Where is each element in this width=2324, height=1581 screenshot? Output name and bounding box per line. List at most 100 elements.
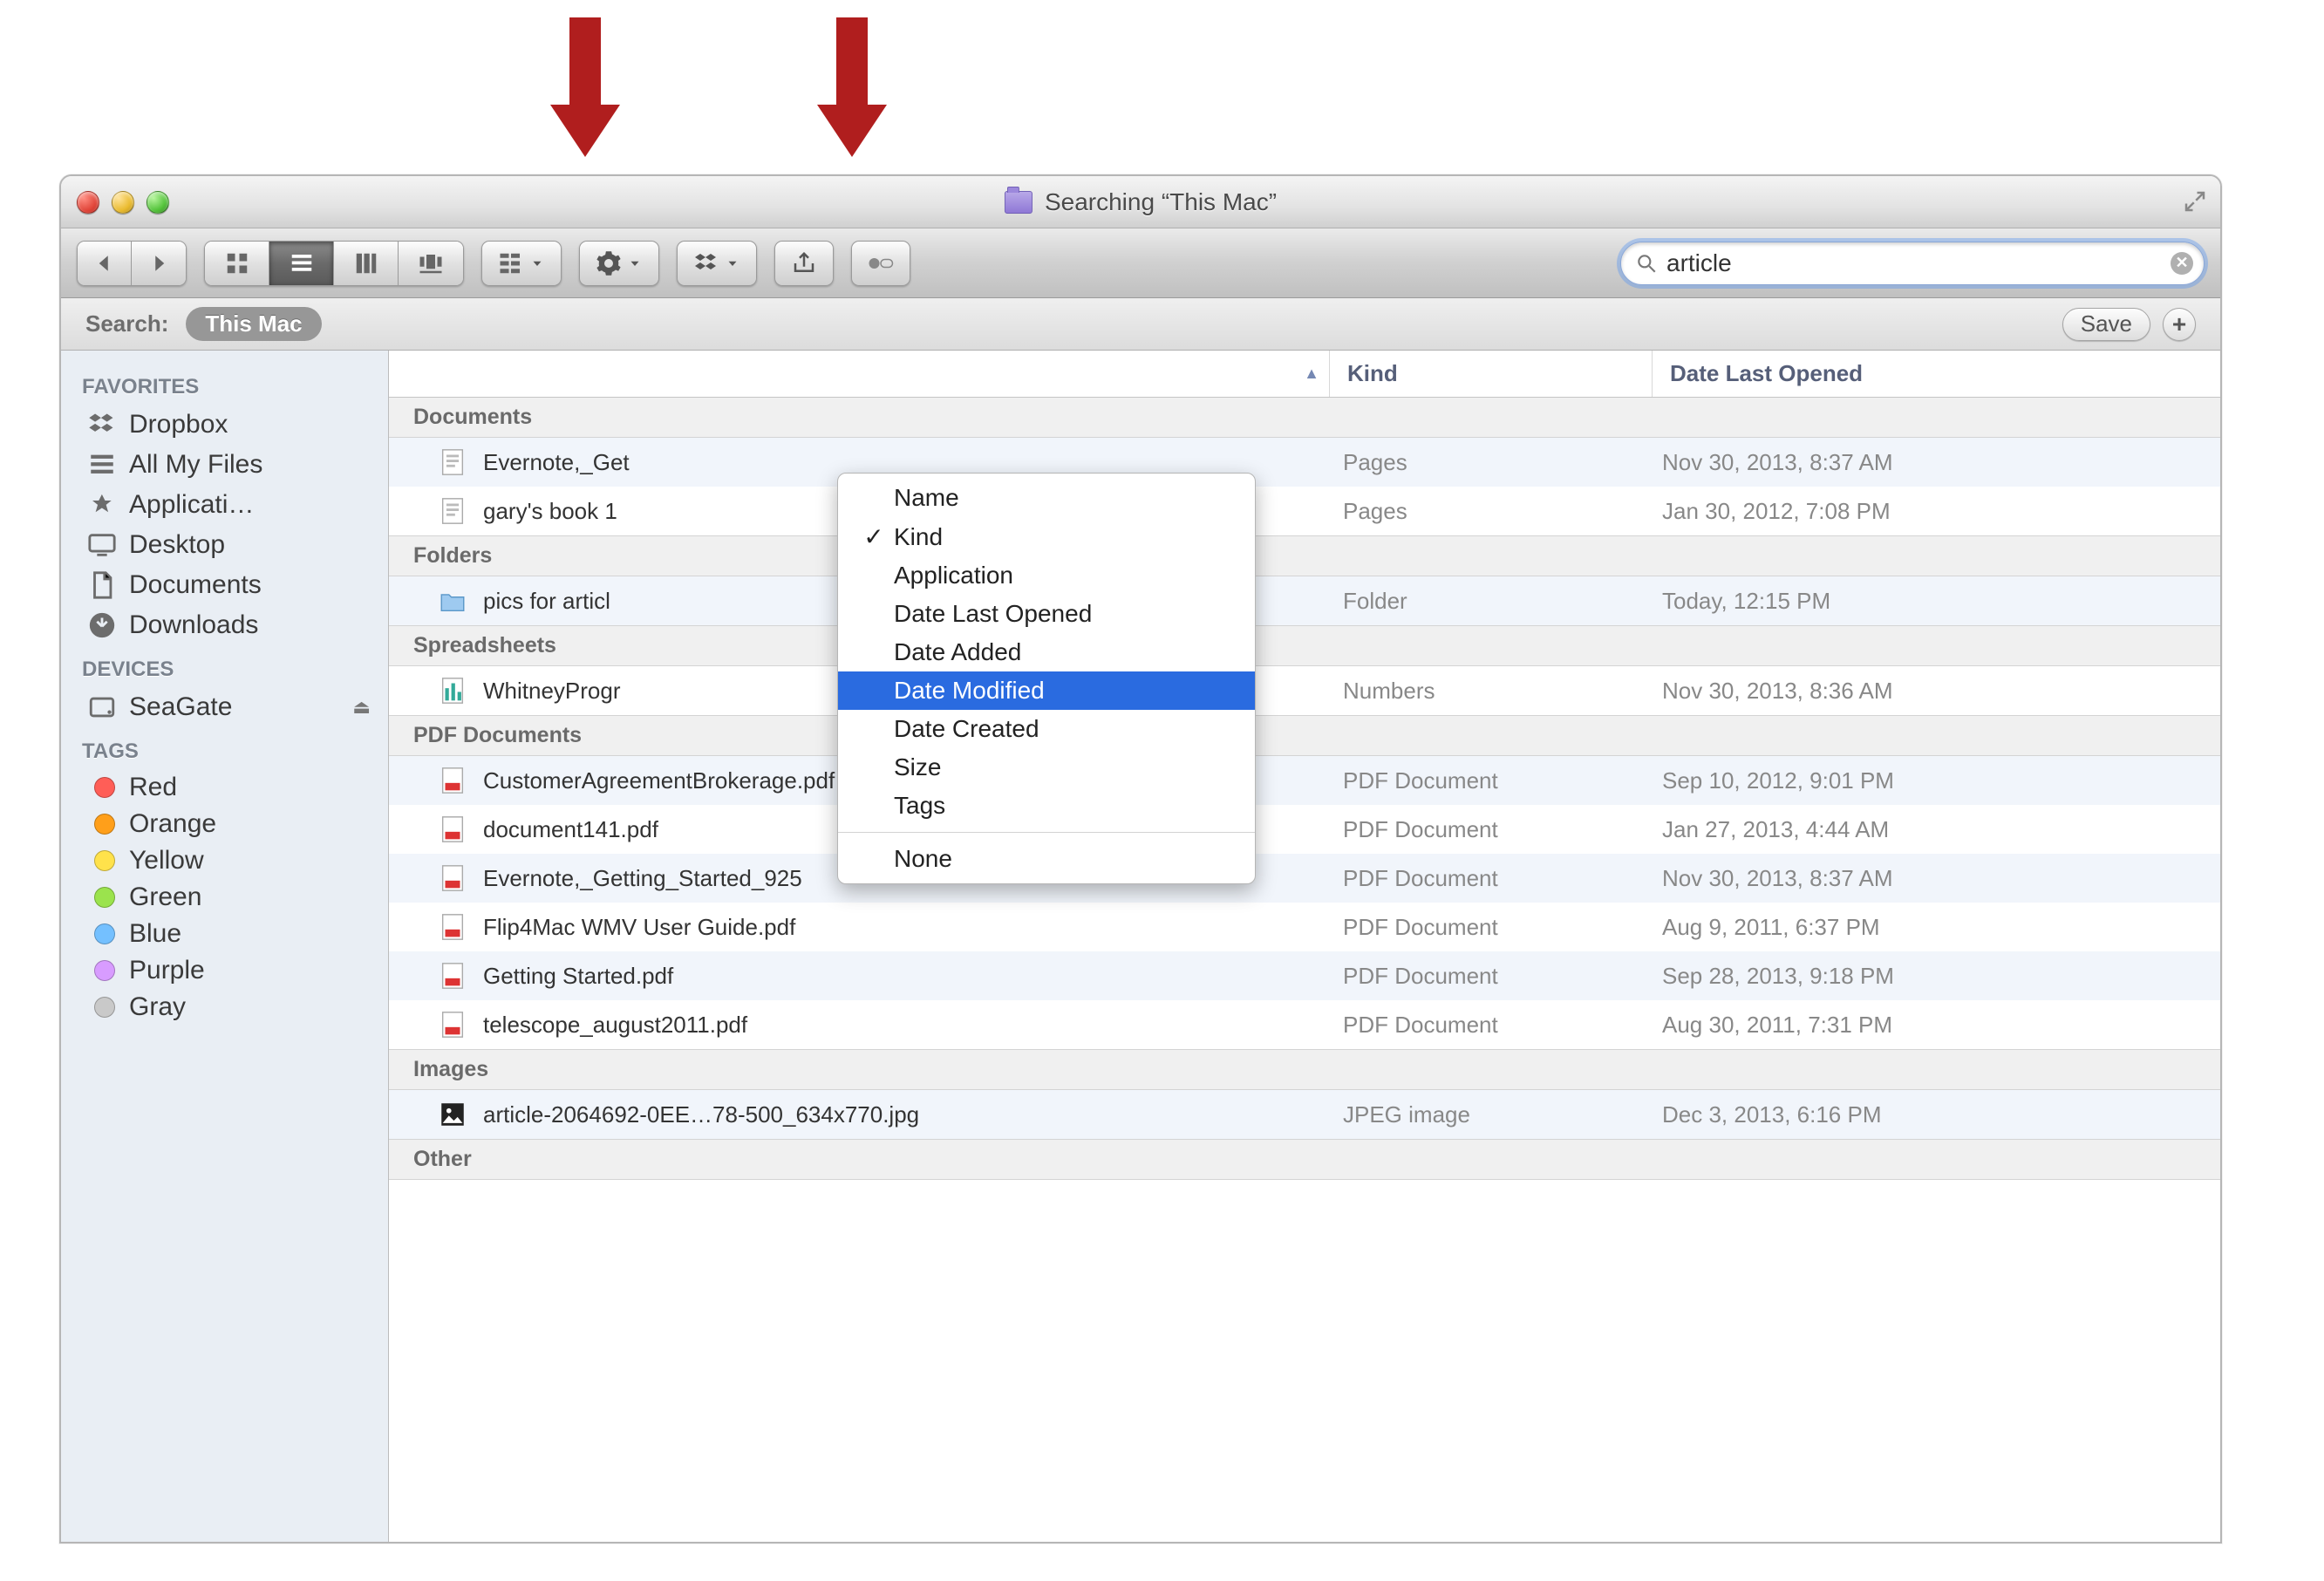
result-row[interactable]: article-2064692-0EE…78-500_634x770.jpgJP… xyxy=(389,1090,2220,1139)
sidebar-item-desktop[interactable]: Desktop xyxy=(61,525,388,565)
menu-item-date-created[interactable]: Date Created xyxy=(838,710,1255,748)
file-icon xyxy=(438,1100,467,1129)
menu-item-application[interactable]: Application xyxy=(838,556,1255,595)
sidebar-item-label: Desktop xyxy=(129,530,225,560)
disk-icon xyxy=(87,692,117,722)
clear-search-icon[interactable]: ✕ xyxy=(2171,252,2193,275)
sidebar-tag-yellow[interactable]: Yellow xyxy=(61,842,388,879)
minimize-button[interactable] xyxy=(112,191,134,214)
file-icon xyxy=(438,766,467,795)
file-date: Jan 30, 2012, 7:08 PM xyxy=(1648,498,2220,525)
sidebar-item-label: Orange xyxy=(129,809,216,839)
file-kind: PDF Document xyxy=(1326,865,1648,892)
search-field[interactable]: ✕ xyxy=(1620,242,2205,285)
file-name: Getting Started.pdf xyxy=(483,963,1326,990)
view-coverflow-button[interactable] xyxy=(399,242,463,285)
close-button[interactable] xyxy=(77,191,99,214)
sidebar-tag-orange[interactable]: Orange xyxy=(61,806,388,842)
menu-item-kind[interactable]: ✓Kind xyxy=(838,517,1255,556)
sidebar-item-all-my-files[interactable]: All My Files xyxy=(61,445,388,485)
sidebar-tag-purple[interactable]: Purple xyxy=(61,952,388,989)
menu-item-size[interactable]: Size xyxy=(838,748,1255,787)
sidebar-tag-gray[interactable]: Gray xyxy=(61,989,388,1026)
toolbar: ✕ xyxy=(61,228,2220,298)
file-date: Dec 3, 2013, 6:16 PM xyxy=(1648,1101,2220,1128)
dropbox-button[interactable] xyxy=(677,241,757,286)
file-date: Nov 30, 2013, 8:36 AM xyxy=(1648,678,2220,705)
sidebar-item-applicati-[interactable]: Applicati… xyxy=(61,485,388,525)
sidebar-item-label: Gray xyxy=(129,992,186,1022)
result-row[interactable]: Evernote,_GetPagesNov 30, 2013, 8:37 AM xyxy=(389,438,2220,487)
menu-item-tags[interactable]: Tags xyxy=(838,787,1255,825)
file-name: telescope_august2011.pdf xyxy=(483,1012,1326,1039)
sidebar-item-label: Purple xyxy=(129,956,205,985)
file-icon xyxy=(438,912,467,942)
column-kind[interactable]: Kind xyxy=(1329,351,1652,397)
sidebar: FAVORITES DropboxAll My FilesApplicati…D… xyxy=(61,351,389,1542)
arrange-button[interactable] xyxy=(481,241,562,286)
add-criteria-button[interactable]: + xyxy=(2163,308,2196,341)
menu-item-label: Application xyxy=(894,562,1013,589)
file-kind: Numbers xyxy=(1326,678,1648,705)
result-row[interactable]: pics for articlFolderToday, 12:15 PM xyxy=(389,576,2220,625)
view-list-button[interactable] xyxy=(269,242,334,285)
edit-tags-button[interactable] xyxy=(851,241,910,286)
file-kind: PDF Document xyxy=(1326,914,1648,941)
sidebar-item-documents[interactable]: Documents xyxy=(61,565,388,605)
desktop-icon xyxy=(87,530,117,560)
result-row[interactable]: Getting Started.pdfPDF DocumentSep 28, 2… xyxy=(389,951,2220,1000)
menu-item-name[interactable]: Name xyxy=(838,479,1255,517)
save-search-button[interactable]: Save xyxy=(2062,308,2150,341)
menu-item-date-modified[interactable]: Date Modified xyxy=(838,671,1255,710)
scope-label: Search: xyxy=(85,310,168,337)
result-row[interactable]: telescope_august2011.pdfPDF DocumentAug … xyxy=(389,1000,2220,1049)
back-button[interactable] xyxy=(78,242,132,285)
fullscreen-icon[interactable] xyxy=(2182,188,2208,215)
search-scope-bar: Search: This Mac Save + xyxy=(61,298,2220,351)
file-kind: JPEG image xyxy=(1326,1101,1648,1128)
sidebar-item-label: Yellow xyxy=(129,846,204,876)
column-date[interactable]: Date Last Opened xyxy=(1652,351,2220,397)
menu-item-none[interactable]: None xyxy=(838,840,1255,878)
menu-item-label: None xyxy=(894,845,952,873)
group-header: Images xyxy=(389,1049,2220,1090)
sidebar-tag-blue[interactable]: Blue xyxy=(61,916,388,952)
file-date: Sep 28, 2013, 9:18 PM xyxy=(1648,963,2220,990)
eject-icon[interactable]: ⏏ xyxy=(352,696,371,719)
menu-item-date-added[interactable]: Date Added xyxy=(838,633,1255,671)
file-name: Flip4Mac WMV User Guide.pdf xyxy=(483,914,1326,941)
sidebar-item-downloads[interactable]: Downloads xyxy=(61,605,388,645)
share-button[interactable] xyxy=(774,241,834,286)
sidebar-item-label: Documents xyxy=(129,570,262,600)
file-kind: PDF Document xyxy=(1326,816,1648,843)
file-kind: Folder xyxy=(1326,588,1648,615)
result-row[interactable]: Flip4Mac WMV User Guide.pdfPDF DocumentA… xyxy=(389,903,2220,951)
sidebar-item-label: Dropbox xyxy=(129,410,228,440)
menu-item-date-last-opened[interactable]: Date Last Opened xyxy=(838,595,1255,633)
view-icon-button[interactable] xyxy=(205,242,269,285)
forward-button[interactable] xyxy=(132,242,186,285)
group-header: Spreadsheets xyxy=(389,625,2220,666)
result-row[interactable]: document141.pdfPDF DocumentJan 27, 2013,… xyxy=(389,805,2220,854)
apps-icon xyxy=(87,490,117,520)
file-date: Jan 27, 2013, 4:44 AM xyxy=(1648,816,2220,843)
traffic-lights xyxy=(77,191,169,214)
result-row[interactable]: Evernote,_Getting_Started_925PDF Documen… xyxy=(389,854,2220,903)
result-row[interactable]: CustomerAgreementBrokerage.pdfPDF Docume… xyxy=(389,756,2220,805)
zoom-button[interactable] xyxy=(147,191,169,214)
file-date: Nov 30, 2013, 8:37 AM xyxy=(1648,449,2220,476)
scope-this-mac[interactable]: This Mac xyxy=(186,307,321,341)
allfiles-icon xyxy=(87,450,117,480)
result-row[interactable]: WhitneyProgrNumbersNov 30, 2013, 8:36 AM xyxy=(389,666,2220,715)
sidebar-device-seagate[interactable]: SeaGate⏏ xyxy=(61,687,388,727)
sidebar-tag-red[interactable]: Red xyxy=(61,769,388,806)
group-header: Documents xyxy=(389,398,2220,438)
file-kind: Pages xyxy=(1326,449,1648,476)
view-column-button[interactable] xyxy=(334,242,399,285)
search-input[interactable] xyxy=(1666,249,2162,277)
result-row[interactable]: gary's book 1PagesJan 30, 2012, 7:08 PM xyxy=(389,487,2220,535)
menu-item-label: Date Created xyxy=(894,715,1039,743)
sidebar-tag-green[interactable]: Green xyxy=(61,879,388,916)
action-button[interactable] xyxy=(579,241,659,286)
sidebar-item-dropbox[interactable]: Dropbox xyxy=(61,405,388,445)
